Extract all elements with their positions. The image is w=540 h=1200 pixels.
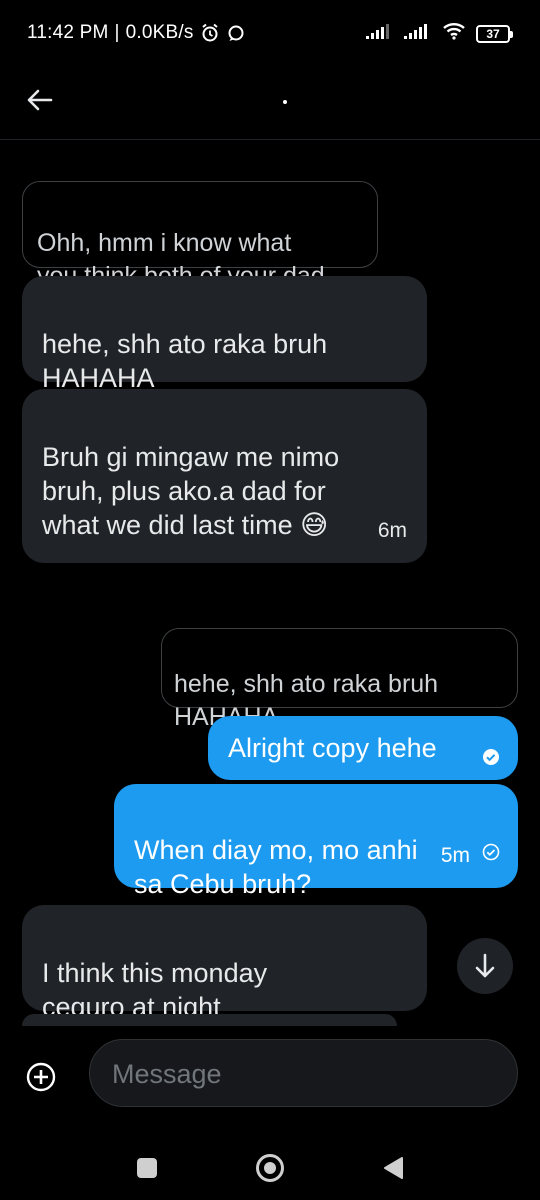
message-placeholder: Message bbox=[112, 1059, 222, 1089]
wifi-icon bbox=[442, 22, 466, 45]
sent-check-icon bbox=[482, 801, 500, 869]
chat-header bbox=[0, 70, 540, 140]
plus-circle-icon bbox=[26, 1062, 56, 1092]
triangle-back-icon bbox=[384, 1157, 403, 1179]
message-bubble-partial bbox=[22, 1014, 397, 1026]
message-bubble-received[interactable]: Bruh gi mingaw me nimo bruh, plus ako.a … bbox=[22, 389, 427, 563]
message-bubble-received[interactable]: I think this monday ceguro at night bbox=[22, 905, 427, 1022]
arrow-left-icon bbox=[27, 89, 53, 111]
message-timestamp: 6m bbox=[377, 519, 407, 542]
network-speed: 0.0KB/s bbox=[125, 22, 194, 43]
message-input[interactable]: Message bbox=[89, 1039, 518, 1107]
message-text: I think this monday ceguro at night bbox=[42, 958, 268, 1022]
status-separator: | bbox=[114, 22, 120, 43]
battery-icon: 37 bbox=[476, 24, 513, 43]
scroll-to-bottom-button[interactable] bbox=[457, 938, 513, 994]
back-button[interactable] bbox=[20, 80, 60, 120]
alarm-icon bbox=[200, 23, 220, 43]
message-text: Bruh gi mingaw me nimo bruh, plus ako.a … bbox=[42, 442, 340, 540]
message-text: When diay mo, mo anhi sa Cebu bruh? bbox=[134, 835, 418, 899]
read-check-icon bbox=[482, 740, 500, 774]
signal-icon-2 bbox=[404, 23, 432, 44]
message-bubble-received[interactable]: hehe, shh ato raka bruh HAHAHA bbox=[22, 276, 427, 393]
add-attachment-button[interactable] bbox=[26, 1062, 56, 1092]
chat-bubble-icon bbox=[226, 23, 246, 43]
message-text: hehe, shh ato raka bruh HAHAHA bbox=[42, 329, 328, 393]
quoted-message-sent[interactable]: hehe, shh ato raka bruh HAHAHA bbox=[161, 628, 518, 731]
header-dot bbox=[283, 100, 287, 104]
message-composer: Message bbox=[0, 1030, 540, 1120]
message-bubble-sent[interactable]: When diay mo, mo anhi sa Cebu bruh? 5m bbox=[114, 784, 518, 899]
message-timestamp: 5m bbox=[440, 844, 470, 867]
status-bar: 11:42 PM | 0.0KB/s 37 bbox=[0, 0, 540, 70]
home-button[interactable] bbox=[256, 1154, 284, 1182]
system-back-button[interactable] bbox=[382, 1156, 404, 1185]
arrow-down-icon bbox=[475, 953, 495, 978]
status-time: 11:42 PM bbox=[27, 22, 109, 43]
battery-level: 37 bbox=[486, 26, 500, 41]
signal-icon bbox=[366, 23, 394, 44]
message-bubble-sent[interactable]: Alright copy hehe bbox=[208, 716, 518, 780]
quoted-message-received[interactable]: Ohh, hmm i know what you think both of y… bbox=[22, 181, 378, 290]
recent-apps-button[interactable] bbox=[137, 1158, 157, 1178]
message-text: Alright copy hehe bbox=[228, 733, 437, 763]
system-nav-bar bbox=[0, 1130, 540, 1200]
